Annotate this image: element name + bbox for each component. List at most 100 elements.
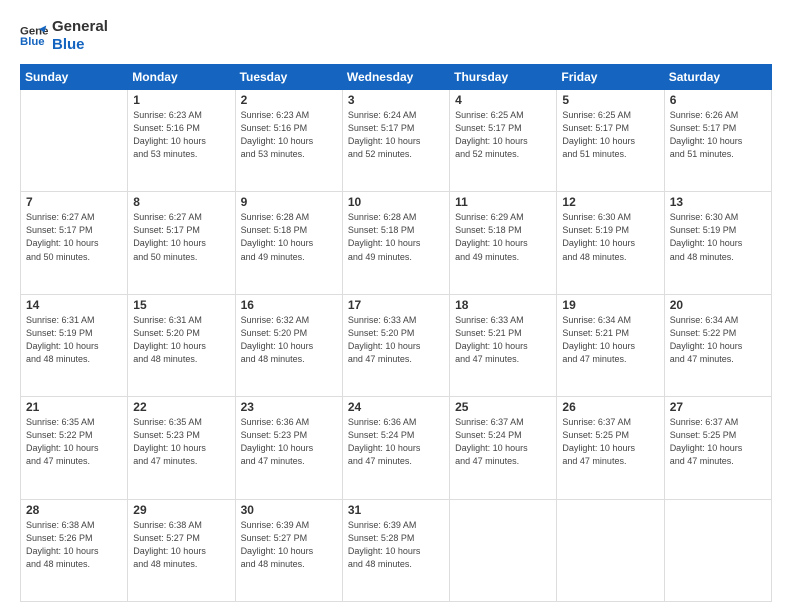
day-number: 30 (241, 503, 337, 517)
calendar-cell: 19 Sunrise: 6:34 AMSunset: 5:21 PMDayligh… (557, 294, 664, 396)
page: General Blue General Blue SundayMondayTu… (0, 0, 792, 612)
week-row-3: 14Sunrise: 6:31 AMSunset: 5:19 PMDayligh… (21, 294, 772, 396)
day-info: Sunrise: 6:23 AMSunset: 5:16 PMDaylight:… (241, 109, 337, 161)
day-number: 23 (241, 400, 337, 414)
day-info: Sunrise: 6:23 AMSunset: 5:16 PMDaylight:… (133, 109, 229, 161)
calendar-cell: 4Sunrise: 6:25 AMSunset: 5:17 PMDaylight… (450, 90, 557, 192)
logo-icon: General Blue (20, 22, 48, 50)
calendar-cell (450, 499, 557, 601)
calendar-cell: 13Sunrise: 6:30 AMSunset: 5:19 PMDayligh… (664, 192, 771, 294)
day-info: Sunrise: 6:30 AMSunset: 5:19 PMDaylight:… (562, 211, 658, 263)
day-number: 3 (348, 93, 444, 107)
day-info: Sunrise: 6:25 AMSunset: 5:17 PMDaylight:… (455, 109, 551, 161)
day-info: Sunrise: 6:34 AMSunset: 5:22 PMDaylight:… (670, 314, 766, 366)
calendar-cell: 31Sunrise: 6:39 AMSunset: 5:28 PMDayligh… (342, 499, 449, 601)
day-info: Sunrise: 6:34 AMSunset: 5:21 PMDaylight:… (562, 314, 658, 366)
day-number: 5 (562, 93, 658, 107)
day-info: Sunrise: 6:38 AMSunset: 5:27 PMDaylight:… (133, 519, 229, 571)
col-header-sunday: Sunday (21, 65, 128, 90)
col-header-monday: Monday (128, 65, 235, 90)
day-info: Sunrise: 6:39 AMSunset: 5:28 PMDaylight:… (348, 519, 444, 571)
week-row-2: 7 Sunrise: 6:27 AMSunset: 5:17 PMDaylight… (21, 192, 772, 294)
col-header-friday: Friday (557, 65, 664, 90)
day-number: 27 (670, 400, 766, 414)
calendar-cell: 18Sunrise: 6:33 AMSunset: 5:21 PMDayligh… (450, 294, 557, 396)
calendar-cell: 15 Sunrise: 6:31 AMSunset: 5:20 PMDayligh… (128, 294, 235, 396)
day-number: 28 (26, 503, 122, 517)
calendar-cell: 8 Sunrise: 6:27 AMSunset: 5:17 PMDaylight… (128, 192, 235, 294)
calendar-table: SundayMondayTuesdayWednesdayThursdayFrid… (20, 64, 772, 602)
day-info: Sunrise: 6:29 AMSunset: 5:18 PMDaylight:… (455, 211, 551, 263)
calendar-cell: 12 Sunrise: 6:30 AMSunset: 5:19 PMDayligh… (557, 192, 664, 294)
day-info: Sunrise: 6:26 AMSunset: 5:17 PMDaylight:… (670, 109, 766, 161)
day-info: Sunrise: 6:35 AMSunset: 5:23 PMDaylight:… (133, 416, 229, 468)
day-number: 14 (26, 298, 122, 312)
calendar-cell: 1 Sunrise: 6:23 AMSunset: 5:16 PMDaylight… (128, 90, 235, 192)
calendar-cell: 7 Sunrise: 6:27 AMSunset: 5:17 PMDaylight… (21, 192, 128, 294)
day-number: 10 (348, 195, 444, 209)
calendar-cell: 5Sunrise: 6:25 AMSunset: 5:17 PMDaylight… (557, 90, 664, 192)
calendar-cell: 14Sunrise: 6:31 AMSunset: 5:19 PMDayligh… (21, 294, 128, 396)
calendar-cell: 17 Sunrise: 6:33 AMSunset: 5:20 PMDayligh… (342, 294, 449, 396)
day-number: 7 (26, 195, 122, 209)
calendar-cell: 29 Sunrise: 6:38 AMSunset: 5:27 PMDayligh… (128, 499, 235, 601)
day-number: 11 (455, 195, 551, 209)
col-header-thursday: Thursday (450, 65, 557, 90)
week-row-1: 1 Sunrise: 6:23 AMSunset: 5:16 PMDaylight… (21, 90, 772, 192)
day-info: Sunrise: 6:32 AMSunset: 5:20 PMDaylight:… (241, 314, 337, 366)
day-info: Sunrise: 6:33 AMSunset: 5:21 PMDaylight:… (455, 314, 551, 366)
day-number: 21 (26, 400, 122, 414)
day-info: Sunrise: 6:36 AMSunset: 5:23 PMDaylight:… (241, 416, 337, 468)
calendar-cell: 11 Sunrise: 6:29 AMSunset: 5:18 PMDayligh… (450, 192, 557, 294)
day-number: 19 (562, 298, 658, 312)
day-info: Sunrise: 6:27 AMSunset: 5:17 PMDaylight:… (26, 211, 122, 263)
calendar-cell (664, 499, 771, 601)
day-info: Sunrise: 6:37 AMSunset: 5:25 PMDaylight:… (670, 416, 766, 468)
day-number: 15 (133, 298, 229, 312)
calendar-cell: 30 Sunrise: 6:39 AMSunset: 5:27 PMDayligh… (235, 499, 342, 601)
calendar-cell (557, 499, 664, 601)
day-info: Sunrise: 6:35 AMSunset: 5:22 PMDaylight:… (26, 416, 122, 468)
day-info: Sunrise: 6:31 AMSunset: 5:20 PMDaylight:… (133, 314, 229, 366)
calendar-cell: 20 Sunrise: 6:34 AMSunset: 5:22 PMDayligh… (664, 294, 771, 396)
day-info: Sunrise: 6:36 AMSunset: 5:24 PMDaylight:… (348, 416, 444, 468)
col-header-wednesday: Wednesday (342, 65, 449, 90)
calendar-cell: 24 Sunrise: 6:36 AMSunset: 5:24 PMDayligh… (342, 397, 449, 499)
calendar-cell: 26Sunrise: 6:37 AMSunset: 5:25 PMDayligh… (557, 397, 664, 499)
calendar-cell: 9Sunrise: 6:28 AMSunset: 5:18 PMDaylight… (235, 192, 342, 294)
day-number: 8 (133, 195, 229, 209)
day-number: 29 (133, 503, 229, 517)
day-number: 24 (348, 400, 444, 414)
calendar-cell: 6 Sunrise: 6:26 AMSunset: 5:17 PMDaylight… (664, 90, 771, 192)
col-header-saturday: Saturday (664, 65, 771, 90)
day-number: 6 (670, 93, 766, 107)
day-number: 12 (562, 195, 658, 209)
calendar-cell: 21 Sunrise: 6:35 AMSunset: 5:22 PMDayligh… (21, 397, 128, 499)
day-info: Sunrise: 6:39 AMSunset: 5:27 PMDaylight:… (241, 519, 337, 571)
logo-text-general: General (52, 18, 108, 36)
day-number: 20 (670, 298, 766, 312)
day-info: Sunrise: 6:24 AMSunset: 5:17 PMDaylight:… (348, 109, 444, 161)
day-info: Sunrise: 6:37 AMSunset: 5:24 PMDaylight:… (455, 416, 551, 468)
calendar-cell (21, 90, 128, 192)
col-header-tuesday: Tuesday (235, 65, 342, 90)
calendar-cell: 27 Sunrise: 6:37 AMSunset: 5:25 PMDayligh… (664, 397, 771, 499)
day-number: 9 (241, 195, 337, 209)
day-info: Sunrise: 6:27 AMSunset: 5:17 PMDaylight:… (133, 211, 229, 263)
day-info: Sunrise: 6:30 AMSunset: 5:19 PMDaylight:… (670, 211, 766, 263)
day-info: Sunrise: 6:33 AMSunset: 5:20 PMDaylight:… (348, 314, 444, 366)
day-number: 22 (133, 400, 229, 414)
calendar-cell: 10Sunrise: 6:28 AMSunset: 5:18 PMDayligh… (342, 192, 449, 294)
day-number: 1 (133, 93, 229, 107)
calendar-cell: 16Sunrise: 6:32 AMSunset: 5:20 PMDayligh… (235, 294, 342, 396)
week-row-4: 21 Sunrise: 6:35 AMSunset: 5:22 PMDayligh… (21, 397, 772, 499)
calendar-cell: 23 Sunrise: 6:36 AMSunset: 5:23 PMDayligh… (235, 397, 342, 499)
week-row-5: 28Sunrise: 6:38 AMSunset: 5:26 PMDayligh… (21, 499, 772, 601)
logo-text-blue: Blue (52, 36, 108, 54)
calendar-cell: 25Sunrise: 6:37 AMSunset: 5:24 PMDayligh… (450, 397, 557, 499)
calendar-cell: 28Sunrise: 6:38 AMSunset: 5:26 PMDayligh… (21, 499, 128, 601)
calendar-cell: 22 Sunrise: 6:35 AMSunset: 5:23 PMDayligh… (128, 397, 235, 499)
header: General Blue General Blue (20, 18, 772, 54)
header-row: SundayMondayTuesdayWednesdayThursdayFrid… (21, 65, 772, 90)
day-number: 17 (348, 298, 444, 312)
